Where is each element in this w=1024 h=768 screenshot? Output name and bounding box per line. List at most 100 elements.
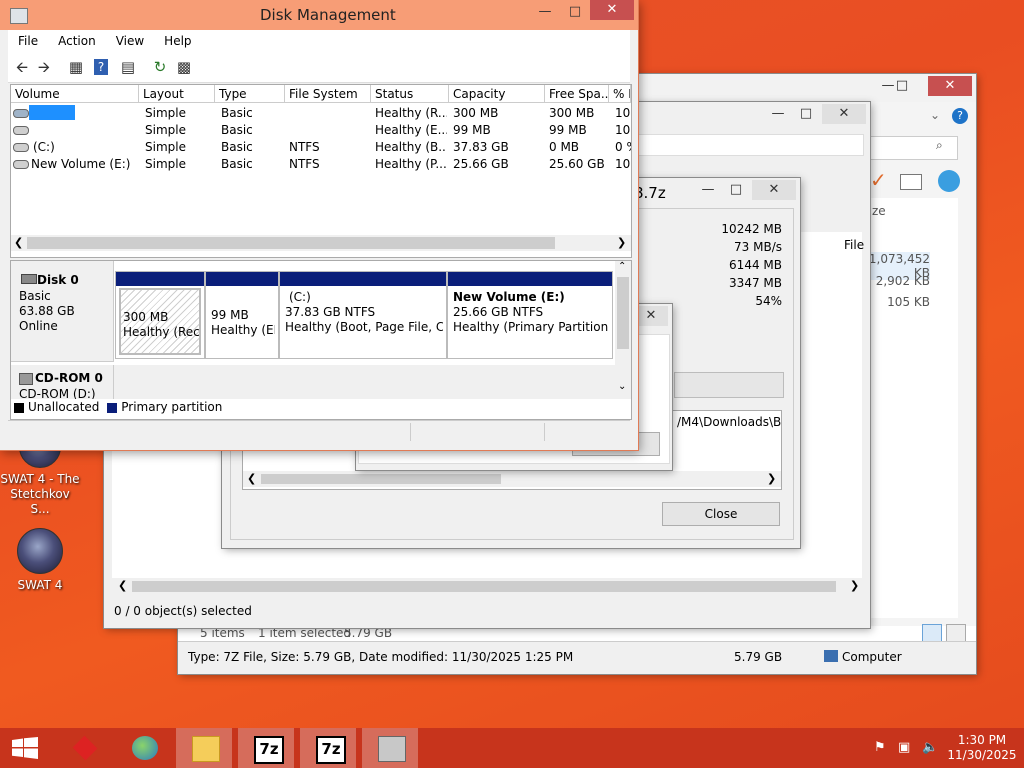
disk-map[interactable]: Disk 0 Basic 63.88 GB Online 300 MB Heal… bbox=[10, 260, 632, 420]
explorer-maximize-button[interactable]: □ bbox=[890, 76, 914, 96]
network-icon[interactable]: ▣ bbox=[898, 740, 914, 756]
back-arrow-icon[interactable]: 🡨 bbox=[12, 57, 32, 77]
cell-layout: Simple bbox=[145, 140, 186, 154]
partition-bar bbox=[206, 272, 278, 286]
maximize-button[interactable]: □ bbox=[560, 2, 590, 22]
start-button[interactable] bbox=[0, 728, 56, 768]
extract-path: /M4\Downloads\Baza bbox=[677, 415, 781, 429]
scroll-left-icon[interactable]: ❮ bbox=[247, 472, 256, 485]
log-scroll-thumb[interactable] bbox=[261, 474, 501, 484]
taskbar-app-red[interactable] bbox=[56, 728, 112, 768]
column-percent-free[interactable]: % F bbox=[609, 85, 631, 103]
scroll-left-icon[interactable]: ❮ bbox=[14, 236, 23, 249]
disk0-info[interactable]: Disk 0 Basic 63.88 GB Online bbox=[11, 261, 114, 362]
partition-body: New Volume (E:) 25.66 GB NTFS Healthy (P… bbox=[451, 288, 609, 355]
search-box[interactable] bbox=[870, 136, 958, 160]
archive-minimize-button[interactable]: — bbox=[766, 104, 790, 124]
desktop-icon-label: Stetchkov S... bbox=[10, 487, 70, 516]
volume-muted-icon[interactable]: 🔈 bbox=[922, 740, 938, 756]
disk0-name: Disk 0 bbox=[37, 273, 79, 287]
details-view-button[interactable] bbox=[922, 624, 942, 642]
archive-close-button[interactable]: ✕ bbox=[822, 104, 866, 124]
minimize-button[interactable]: — bbox=[530, 2, 560, 22]
large-icons-view-button[interactable] bbox=[946, 624, 966, 642]
volume-list-scroll-thumb[interactable] bbox=[27, 237, 555, 249]
close-button[interactable]: Close bbox=[662, 502, 780, 526]
desktop-icon-label: SWAT 4 - The bbox=[0, 472, 80, 486]
close-button[interactable]: ✕ bbox=[590, 0, 634, 20]
disk-map-scroll-thumb[interactable] bbox=[617, 277, 629, 349]
taskbar-7zip-2[interactable]: 7z bbox=[300, 728, 356, 768]
disk-map-vscrollbar[interactable]: ⌃ ⌄ bbox=[615, 261, 631, 399]
search-icon[interactable]: ⌕ bbox=[936, 138, 943, 153]
menu-file[interactable]: File bbox=[8, 30, 48, 48]
column-layout[interactable]: Layout bbox=[139, 85, 215, 103]
status-bar bbox=[8, 420, 630, 443]
log-scrollbar[interactable]: ❮ ❯ bbox=[243, 471, 781, 487]
explorer-close-button[interactable]: ✕ bbox=[928, 76, 972, 96]
cell-capacity: 25.66 GB bbox=[453, 157, 509, 171]
taskbar-file-explorer[interactable] bbox=[176, 728, 232, 768]
clock[interactable]: 1:30 PM 11/30/2025 bbox=[944, 733, 1020, 763]
column-type[interactable]: Type bbox=[215, 85, 285, 103]
computer-icon bbox=[824, 650, 838, 662]
properties-icon[interactable]: ▤ bbox=[118, 57, 138, 77]
scroll-down-icon[interactable]: ⌄ bbox=[618, 381, 626, 392]
horizontal-scrollbar[interactable]: ❮ ❯ bbox=[114, 578, 862, 594]
extract-maximize-button[interactable]: □ bbox=[724, 180, 748, 200]
partition-e[interactable]: New Volume (E:) 25.66 GB NTFS Healthy (P… bbox=[447, 271, 613, 359]
toolbar-globe-icon[interactable] bbox=[938, 170, 960, 192]
cell-free: 0 MB bbox=[549, 140, 580, 154]
scroll-thumb[interactable] bbox=[132, 581, 836, 592]
disk-management-window[interactable]: Disk Management — □ ✕ File Action View Help… bbox=[0, 0, 638, 450]
chevron-down-icon[interactable]: ⌄ bbox=[930, 108, 940, 122]
menu-help[interactable]: Help bbox=[154, 30, 201, 48]
forward-arrow-icon[interactable]: 🡪 bbox=[34, 57, 54, 77]
partition-size: 25.66 GB NTFS bbox=[453, 305, 544, 319]
column-filesystem[interactable]: File System bbox=[285, 85, 371, 103]
column-capacity[interactable]: Capacity bbox=[449, 85, 545, 103]
console-tree-icon[interactable]: ▦ bbox=[66, 57, 86, 77]
details-size: 5.79 GB bbox=[734, 650, 783, 664]
column-file-header[interactable]: File bbox=[844, 238, 864, 252]
small-dialog-close-button[interactable]: ✕ bbox=[634, 306, 668, 326]
scroll-right-icon[interactable]: ❯ bbox=[767, 472, 776, 485]
partition-efi[interactable]: 99 MB Healthy (EF bbox=[205, 271, 279, 359]
extract-title: 8.7z bbox=[634, 184, 666, 202]
help-icon[interactable]: ? bbox=[952, 108, 968, 124]
taskbar-disk-management[interactable] bbox=[362, 728, 418, 768]
toolbar-check-icon[interactable]: ✓ bbox=[870, 168, 887, 192]
cell-status: Healthy (R... bbox=[375, 106, 447, 120]
scroll-right-icon[interactable]: ❯ bbox=[850, 579, 859, 592]
column-volume[interactable]: Volume bbox=[11, 85, 139, 103]
refresh-icon[interactable]: ↻ bbox=[150, 57, 170, 77]
partition-title: (C:) bbox=[289, 290, 311, 304]
column-status[interactable]: Status bbox=[371, 85, 449, 103]
toolbar-properties-icon[interactable] bbox=[900, 174, 922, 190]
menu-view[interactable]: View bbox=[106, 30, 154, 48]
column-free-space[interactable]: Free Spa... bbox=[545, 85, 609, 103]
partition-c[interactable]: (C:) 37.83 GB NTFS Healthy (Boot, Page F… bbox=[279, 271, 447, 359]
cdrom-info[interactable]: CD-ROM 0 CD-ROM (D:) bbox=[11, 365, 114, 399]
help-icon[interactable]: ? bbox=[94, 59, 108, 75]
volume-list[interactable]: Volume Layout Type File System Status Ca… bbox=[10, 84, 632, 258]
archive-maximize-button[interactable]: □ bbox=[794, 104, 818, 124]
scroll-up-icon[interactable]: ⌃ bbox=[618, 261, 626, 272]
scroll-left-icon[interactable]: ❮ bbox=[118, 579, 127, 592]
taskbar-7zip-1[interactable]: 7z bbox=[238, 728, 294, 768]
scroll-right-icon[interactable]: ❯ bbox=[617, 236, 626, 249]
partition-bar bbox=[448, 272, 612, 286]
partition-status: Healthy (Boot, Page File, Cras bbox=[285, 320, 443, 334]
volume-list-scrollbar[interactable]: ❮ ❯ bbox=[11, 235, 631, 251]
cell-type: Basic bbox=[221, 106, 253, 120]
menu-action[interactable]: Action bbox=[48, 30, 106, 48]
disk-icon[interactable]: ▩ bbox=[174, 57, 194, 77]
extract-minimize-button[interactable]: — bbox=[696, 180, 720, 200]
partition-recovery[interactable]: 300 MB Healthy (Reco bbox=[115, 271, 205, 359]
taskbar-browser[interactable] bbox=[116, 728, 172, 768]
action-center-flag-icon[interactable]: ⚑ bbox=[874, 740, 890, 756]
extract-close-button[interactable]: ✕ bbox=[752, 180, 796, 200]
desktop-icon-swat4[interactable]: SWAT 4 bbox=[0, 528, 80, 593]
clock-time: 1:30 PM bbox=[957, 733, 1007, 747]
column-size-header[interactable]: ze bbox=[872, 204, 886, 218]
